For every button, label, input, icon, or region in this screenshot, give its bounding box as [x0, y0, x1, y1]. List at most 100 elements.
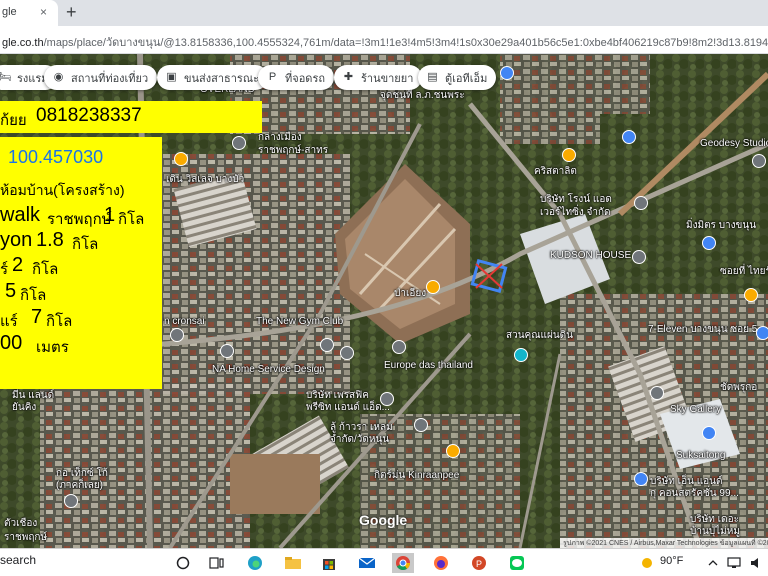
powerpoint-icon[interactable]: P	[468, 553, 490, 573]
map-pin-icon[interactable]	[634, 196, 648, 210]
chrome-icon[interactable]	[392, 553, 414, 573]
cortana-icon[interactable]	[172, 553, 194, 573]
map-label[interactable]: Geodesy Studio	[700, 138, 768, 149]
map-attribution[interactable]: รูปภาพ ©2021 CNES / Airbus,Maxar Technol…	[560, 538, 768, 548]
url-text[interactable]: gle.co.th/maps/place/วัดบางขนุน/@13.8158…	[2, 33, 768, 51]
map-pin-icon[interactable]	[752, 154, 766, 168]
park-pin-icon[interactable]	[514, 348, 528, 362]
map-label[interactable]: Suksaitong	[676, 450, 725, 461]
map-label[interactable]: เดิน วิลเลจ บางบัว	[166, 172, 244, 187]
map-label[interactable]: ชัดพรุกอ	[720, 380, 757, 395]
map-label[interactable]: เวอร์ไทซิ่ง จำกัด	[540, 205, 611, 220]
map-pin-icon[interactable]	[414, 418, 428, 432]
map-pin-icon[interactable]	[756, 326, 768, 340]
pharmacy-icon: ✚	[343, 71, 354, 83]
map-label[interactable]: Sky Gallery	[670, 404, 721, 415]
info-line: 2	[12, 254, 24, 276]
map-label[interactable]: ป่าเอียง	[394, 286, 426, 301]
info-line: กิโล	[20, 287, 47, 304]
map-label[interactable]: กิตร์ม่น Kinraanpee	[374, 468, 459, 483]
map-pin-icon[interactable]	[622, 130, 636, 144]
browser-tab[interactable]: gle ×	[0, 0, 58, 26]
info-line: 7	[31, 306, 43, 328]
firefox-icon[interactable]	[430, 553, 452, 573]
map-pin-icon[interactable]	[426, 280, 440, 294]
map-label[interactable]: Europe das thailand	[384, 360, 473, 371]
map-pin-icon[interactable]	[64, 494, 78, 508]
map-pin-icon[interactable]	[562, 148, 576, 162]
info-line: ร์	[0, 261, 9, 278]
file-explorer-icon[interactable]	[282, 553, 304, 573]
info-line: ห้อมบ้าน(โครงสร้าง)	[0, 182, 125, 198]
map-label[interactable]: KUDSON HOUSE	[550, 250, 631, 261]
speaker-icon[interactable]	[746, 553, 768, 573]
tab-title: gle	[2, 6, 17, 18]
chip-label: ขนส่งสาธารณะ	[184, 72, 259, 85]
map-label[interactable]: มิ่งมิตร บางขนุน	[686, 218, 756, 233]
map-label[interactable]: ราชพฤกษ์-สาทร	[258, 143, 328, 158]
map-pin-icon[interactable]	[170, 328, 184, 342]
map-pin-icon[interactable]	[632, 250, 646, 264]
map-label[interactable]: คริสตาลิต	[534, 164, 577, 179]
mail-icon[interactable]	[356, 553, 378, 573]
map-pin-icon[interactable]	[744, 288, 758, 302]
map-label[interactable]: ซอยที่ ไทยรัช	[720, 264, 768, 279]
map-pin-icon[interactable]	[174, 152, 188, 166]
chevron-up-icon[interactable]	[702, 553, 724, 573]
map-label[interactable]: สวนคุณแผ่นดิน	[506, 328, 573, 343]
chip-transit[interactable]: ▣ ขนส่งสาธารณะ	[157, 65, 268, 90]
map-label[interactable]: NA Home Service Design	[212, 364, 325, 375]
map-pin-icon[interactable]	[702, 426, 716, 440]
info-panel: 100.457030 ห้อมบ้าน(โครงสร้าง) walk ราชพ…	[0, 137, 162, 389]
network-icon[interactable]	[724, 553, 746, 573]
line-app-icon[interactable]	[506, 553, 528, 573]
map-label[interactable]: จำกัด/วัดหนุน	[330, 432, 389, 447]
map-label[interactable]: บ้านปุ่ไม่หมู	[690, 524, 740, 539]
map-pin-icon[interactable]	[446, 444, 460, 458]
map-label[interactable]: ตัวเชือง	[4, 516, 37, 531]
map-label[interactable]: จุดชนที่ ล.ภ.ชนพระ	[380, 88, 465, 103]
taskbar: search P 90°F	[0, 548, 768, 576]
map-label[interactable]: ยันคิง	[12, 400, 36, 415]
map-pin-icon[interactable]	[220, 344, 234, 358]
map-pin-icon[interactable]	[392, 340, 406, 354]
close-tab-icon[interactable]: ×	[40, 5, 47, 19]
taskbar-search[interactable]: search	[0, 553, 36, 567]
map-pin-icon[interactable]	[340, 346, 354, 360]
svg-text:P: P	[476, 559, 482, 569]
atm-icon: ▤	[427, 71, 438, 83]
map-pin-icon[interactable]	[232, 136, 246, 150]
store-icon[interactable]	[318, 553, 340, 573]
chip-parking[interactable]: P ที่จอดรถ	[258, 65, 335, 90]
map-label[interactable]: The New Gym Club	[256, 316, 343, 327]
chip-attractions[interactable]: ◉ สถานที่ท่องเที่ยว	[44, 65, 158, 90]
info-line: กิโล	[72, 236, 99, 253]
map-label[interactable]: (ภาคก็เลย)	[56, 478, 103, 493]
map-label[interactable]: พรีซิท แอนด์ แอ็ด...	[306, 400, 390, 415]
map-pin-icon[interactable]	[500, 66, 514, 80]
edge-icon[interactable]	[244, 553, 266, 573]
task-view-icon[interactable]	[206, 553, 228, 573]
map-label[interactable]: n cronsai	[164, 316, 205, 327]
map-pin-icon[interactable]	[380, 392, 394, 406]
new-tab-button[interactable]: +	[66, 2, 77, 23]
info-line: เมตร	[36, 339, 69, 356]
map-pin-icon[interactable]	[650, 386, 664, 400]
map-label[interactable]: กุ คอนสตรัคชั่น 99...	[650, 486, 739, 501]
info-line: แร์	[0, 313, 18, 330]
chip-atm[interactable]: ▤ ตู้เอทีเอ็ม	[418, 65, 497, 90]
chip-pharmacy[interactable]: ✚ ร้านขายยา	[334, 65, 423, 90]
map-label[interactable]: 7-Eleven บางขนุน ซอย 5	[648, 322, 757, 337]
weather-icon	[636, 553, 658, 573]
map-pin-icon[interactable]	[634, 472, 648, 486]
map-pin-icon[interactable]	[702, 236, 716, 250]
map-label[interactable]: ราชพฤกษ์	[4, 530, 47, 545]
address-bar[interactable]: gle.co.th/maps/place/วัดบางขนุน/@13.8158…	[0, 26, 768, 54]
chip-label: ร้านขายยา	[361, 72, 414, 85]
weather-temp[interactable]: 90°F	[660, 555, 683, 567]
phone-banner: ก้ยย 0818238337	[0, 101, 262, 133]
info-line: ราชพฤกษ์	[47, 211, 112, 228]
tab-strip: gle × +	[0, 0, 768, 26]
map-pin-icon[interactable]	[320, 338, 334, 352]
info-line: กิโล	[118, 211, 145, 228]
